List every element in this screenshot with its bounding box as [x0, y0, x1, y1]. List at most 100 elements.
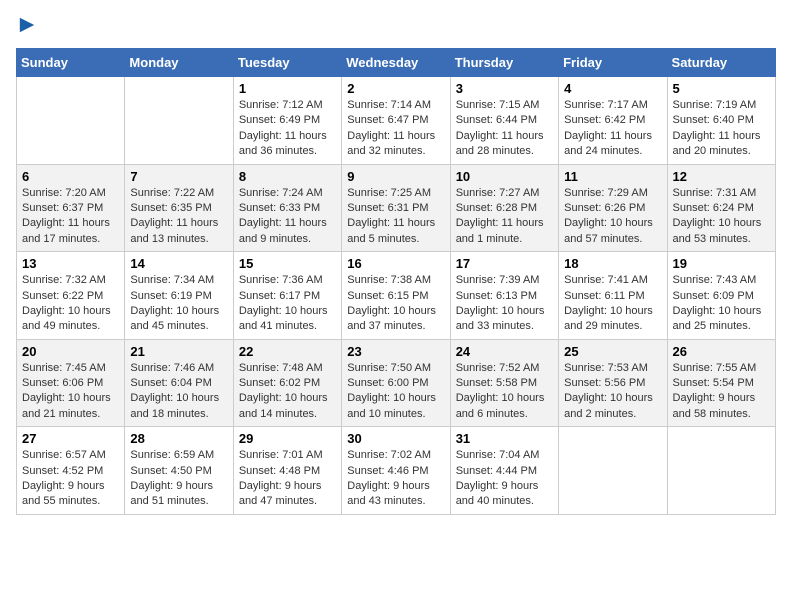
day-number: 1 [239, 81, 336, 96]
day-number: 27 [22, 431, 119, 446]
day-number: 22 [239, 344, 336, 359]
day-number: 24 [456, 344, 553, 359]
calendar-cell: 25Sunrise: 7:53 AMSunset: 5:56 PMDayligh… [559, 339, 667, 427]
week-row-1: 6 Sunrise: 7:20 AMSunset: 6:37 PMDaylight… [17, 164, 776, 252]
cell-content: Sunrise: 7:43 AMSunset: 6:09 PMDaylight:… [673, 273, 770, 335]
calendar-cell: 1 Sunrise: 7:12 AMSunset: 6:49 PMDaylight… [233, 77, 341, 165]
calendar-cell: 3 Sunrise: 7:15 AMSunset: 6:44 PMDaylight… [450, 77, 558, 165]
day-number: 28 [130, 431, 227, 446]
calendar-cell: 27 Sunrise: 6:57 AMSunset: 4:52 PMDayligh… [17, 427, 125, 515]
day-number: 23 [347, 344, 444, 359]
day-number: 9 [347, 169, 444, 184]
header-wednesday: Wednesday [342, 49, 450, 77]
calendar-cell: 18 Sunrise: 7:41 AMSunset: 6:11 PMDayligh… [559, 252, 667, 340]
day-number: 13 [22, 256, 119, 271]
calendar-cell: 4 Sunrise: 7:17 AMSunset: 6:42 PMDaylight… [559, 77, 667, 165]
week-row-2: 13 Sunrise: 7:32 AMSunset: 6:22 PMDayligh… [17, 252, 776, 340]
calendar-cell: 11 Sunrise: 7:29 AMSunset: 6:26 PMDayligh… [559, 164, 667, 252]
cell-content: Sunrise: 7:48 AMSunset: 6:02 PMDaylight:… [239, 361, 336, 423]
calendar-cell: 17Sunrise: 7:39 AMSunset: 6:13 PMDayligh… [450, 252, 558, 340]
cell-content: Sunrise: 7:27 AMSunset: 6:28 PMDaylight:… [456, 186, 553, 248]
cell-content: Sunrise: 7:14 AMSunset: 6:47 PMDaylight:… [347, 98, 444, 160]
day-number: 30 [347, 431, 444, 446]
cell-content: Sunrise: 7:52 AMSunset: 5:58 PMDaylight:… [456, 361, 553, 423]
cell-content: Sunrise: 7:38 AMSunset: 6:15 PMDaylight:… [347, 273, 444, 335]
cell-content: Sunrise: 7:24 AMSunset: 6:33 PMDaylight:… [239, 186, 336, 248]
calendar-cell: 30 Sunrise: 7:02 AMSunset: 4:46 PMDayligh… [342, 427, 450, 515]
calendar-cell: 12 Sunrise: 7:31 AMSunset: 6:24 PMDayligh… [667, 164, 775, 252]
week-row-4: 27 Sunrise: 6:57 AMSunset: 4:52 PMDayligh… [17, 427, 776, 515]
day-number: 2 [347, 81, 444, 96]
cell-content: Sunrise: 6:57 AMSunset: 4:52 PMDaylight:… [22, 448, 119, 510]
calendar-cell: 23 Sunrise: 7:50 AMSunset: 6:00 PMDayligh… [342, 339, 450, 427]
cell-content: Sunrise: 7:32 AMSunset: 6:22 PMDaylight:… [22, 273, 119, 335]
cell-content: Sunrise: 7:50 AMSunset: 6:00 PMDaylight:… [347, 361, 444, 423]
calendar-cell: 19Sunrise: 7:43 AMSunset: 6:09 PMDayligh… [667, 252, 775, 340]
calendar-cell: 5 Sunrise: 7:19 AMSunset: 6:40 PMDaylight… [667, 77, 775, 165]
cell-content: Sunrise: 7:17 AMSunset: 6:42 PMDaylight:… [564, 98, 661, 160]
cell-content: Sunrise: 7:29 AMSunset: 6:26 PMDaylight:… [564, 186, 661, 248]
cell-content: Sunrise: 7:34 AMSunset: 6:19 PMDaylight:… [130, 273, 227, 335]
cell-content: Sunrise: 7:19 AMSunset: 6:40 PMDaylight:… [673, 98, 770, 160]
day-number: 11 [564, 169, 661, 184]
calendar-table: SundayMondayTuesdayWednesdayThursdayFrid… [16, 48, 776, 515]
cell-content: Sunrise: 7:15 AMSunset: 6:44 PMDaylight:… [456, 98, 553, 160]
cell-content: Sunrise: 7:31 AMSunset: 6:24 PMDaylight:… [673, 186, 770, 248]
calendar-cell: 6 Sunrise: 7:20 AMSunset: 6:37 PMDaylight… [17, 164, 125, 252]
day-number: 29 [239, 431, 336, 446]
header-thursday: Thursday [450, 49, 558, 77]
cell-content: Sunrise: 7:46 AMSunset: 6:04 PMDaylight:… [130, 361, 227, 423]
cell-content: Sunrise: 7:55 AMSunset: 5:54 PMDaylight:… [673, 361, 770, 423]
calendar-cell: 15Sunrise: 7:36 AMSunset: 6:17 PMDayligh… [233, 252, 341, 340]
day-number: 6 [22, 169, 119, 184]
header-monday: Monday [125, 49, 233, 77]
calendar-cell [17, 77, 125, 165]
cell-content: Sunrise: 7:39 AMSunset: 6:13 PMDaylight:… [456, 273, 553, 335]
calendar-header-row: SundayMondayTuesdayWednesdayThursdayFrid… [17, 49, 776, 77]
calendar-cell: 24 Sunrise: 7:52 AMSunset: 5:58 PMDayligh… [450, 339, 558, 427]
day-number: 8 [239, 169, 336, 184]
day-number: 3 [456, 81, 553, 96]
calendar-cell: 8 Sunrise: 7:24 AMSunset: 6:33 PMDaylight… [233, 164, 341, 252]
calendar-cell: 31 Sunrise: 7:04 AMSunset: 4:44 PMDayligh… [450, 427, 558, 515]
cell-content: Sunrise: 7:22 AMSunset: 6:35 PMDaylight:… [130, 186, 227, 248]
calendar-cell: 29 Sunrise: 7:01 AMSunset: 4:48 PMDayligh… [233, 427, 341, 515]
cell-content: Sunrise: 6:59 AMSunset: 4:50 PMDaylight:… [130, 448, 227, 510]
calendar-cell [125, 77, 233, 165]
week-row-0: 1 Sunrise: 7:12 AMSunset: 6:49 PMDaylight… [17, 77, 776, 165]
calendar-cell: 22 Sunrise: 7:48 AMSunset: 6:02 PMDayligh… [233, 339, 341, 427]
cell-content: Sunrise: 7:45 AMSunset: 6:06 PMDaylight:… [22, 361, 119, 423]
calendar-cell: 13 Sunrise: 7:32 AMSunset: 6:22 PMDayligh… [17, 252, 125, 340]
day-number: 31 [456, 431, 553, 446]
day-number: 4 [564, 81, 661, 96]
calendar-cell: 21Sunrise: 7:46 AMSunset: 6:04 PMDayligh… [125, 339, 233, 427]
day-number: 20 [22, 344, 119, 359]
calendar-cell: 20 Sunrise: 7:45 AMSunset: 6:06 PMDayligh… [17, 339, 125, 427]
page-header [16, 16, 776, 40]
day-number: 7 [130, 169, 227, 184]
calendar-cell: 16 Sunrise: 7:38 AMSunset: 6:15 PMDayligh… [342, 252, 450, 340]
header-tuesday: Tuesday [233, 49, 341, 77]
calendar-cell: 2 Sunrise: 7:14 AMSunset: 6:47 PMDaylight… [342, 77, 450, 165]
cell-content: Sunrise: 7:01 AMSunset: 4:48 PMDaylight:… [239, 448, 336, 510]
logo-icon [18, 16, 36, 34]
calendar-cell: 9 Sunrise: 7:25 AMSunset: 6:31 PMDaylight… [342, 164, 450, 252]
day-number: 18 [564, 256, 661, 271]
header-sunday: Sunday [17, 49, 125, 77]
cell-content: Sunrise: 7:04 AMSunset: 4:44 PMDaylight:… [456, 448, 553, 510]
cell-content: Sunrise: 7:12 AMSunset: 6:49 PMDaylight:… [239, 98, 336, 160]
cell-content: Sunrise: 7:53 AMSunset: 5:56 PMDaylight:… [564, 361, 661, 423]
calendar-cell: 10Sunrise: 7:27 AMSunset: 6:28 PMDayligh… [450, 164, 558, 252]
calendar-cell: 14 Sunrise: 7:34 AMSunset: 6:19 PMDayligh… [125, 252, 233, 340]
day-number: 12 [673, 169, 770, 184]
week-row-3: 20 Sunrise: 7:45 AMSunset: 6:06 PMDayligh… [17, 339, 776, 427]
day-number: 5 [673, 81, 770, 96]
header-friday: Friday [559, 49, 667, 77]
header-saturday: Saturday [667, 49, 775, 77]
cell-content: Sunrise: 7:25 AMSunset: 6:31 PMDaylight:… [347, 186, 444, 248]
day-number: 16 [347, 256, 444, 271]
cell-content: Sunrise: 7:02 AMSunset: 4:46 PMDaylight:… [347, 448, 444, 510]
cell-content: Sunrise: 7:41 AMSunset: 6:11 PMDaylight:… [564, 273, 661, 335]
day-number: 14 [130, 256, 227, 271]
cell-content: Sunrise: 7:20 AMSunset: 6:37 PMDaylight:… [22, 186, 119, 248]
